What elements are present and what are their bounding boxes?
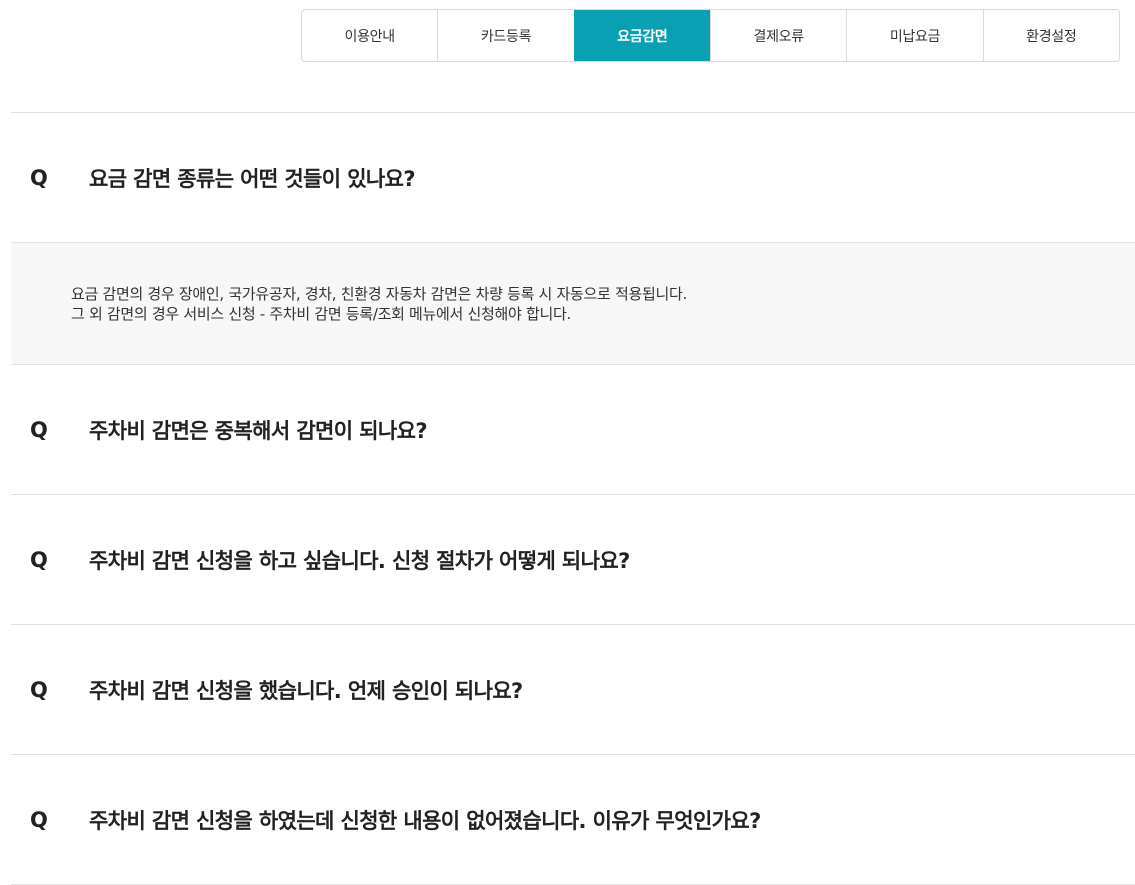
tab-card-registration[interactable]: 카드등록 [437,10,573,61]
faq-question-text: 주차비 감면 신청을 했습니다. 언제 승인이 되나요? [89,678,523,703]
faq-list: Q 요금 감면 종류는 어떤 것들이 있나요? 요금 감면의 경우 장애인, 국… [11,112,1135,885]
tab-fee-reduction[interactable]: 요금감면 [573,10,710,61]
faq-item: Q 주차비 감면 신청을 하고 싶습니다. 신청 절차가 어떻게 되나요? [11,495,1135,625]
q-marker: Q [30,677,48,702]
faq-question-toggle[interactable]: Q 주차비 감면 신청을 하고 싶습니다. 신청 절차가 어떻게 되나요? [11,495,1135,624]
tab-usage-guide[interactable]: 이용안내 [302,10,437,61]
q-marker: Q [30,417,48,442]
faq-question-toggle[interactable]: Q 주차비 감면 신청을 했습니다. 언제 승인이 되나요? [11,625,1135,754]
faq-question-toggle[interactable]: Q 주차비 감면은 중복해서 감면이 되나요? [11,365,1135,494]
tab-settings[interactable]: 환경설정 [982,10,1119,61]
q-marker: Q [30,165,48,190]
tab-unpaid-fees[interactable]: 미납요금 [846,10,982,61]
category-tabs: 이용안내 카드등록 요금감면 결제오류 미납요금 환경설정 [301,9,1120,62]
faq-question-toggle[interactable]: Q 요금 감면 종류는 어떤 것들이 있나요? [11,113,1135,242]
faq-answer-line: 요금 감면의 경우 장애인, 국가유공자, 경차, 친환경 자동차 감면은 차량… [71,284,687,303]
tab-payment-error[interactable]: 결제오류 [709,10,846,61]
faq-item: Q 주차비 감면은 중복해서 감면이 되나요? [11,365,1135,495]
faq-answer: 요금 감면의 경우 장애인, 국가유공자, 경차, 친환경 자동차 감면은 차량… [11,242,1135,364]
faq-question-text: 주차비 감면 신청을 하였는데 신청한 내용이 없어졌습니다. 이유가 무엇인가… [89,808,761,833]
faq-question-toggle[interactable]: Q 주차비 감면 신청을 하였는데 신청한 내용이 없어졌습니다. 이유가 무엇… [11,755,1135,884]
q-marker: Q [30,807,48,832]
faq-question-text: 주차비 감면 신청을 하고 싶습니다. 신청 절차가 어떻게 되나요? [89,548,630,573]
faq-item: Q 요금 감면 종류는 어떤 것들이 있나요? 요금 감면의 경우 장애인, 국… [11,113,1135,365]
faq-item: Q 주차비 감면 신청을 하였는데 신청한 내용이 없어졌습니다. 이유가 무엇… [11,755,1135,885]
faq-answer-line: 그 외 감면의 경우 서비스 신청 - 주차비 감면 등록/조회 메뉴에서 신청… [71,304,571,323]
q-marker: Q [30,547,48,572]
faq-question-text: 요금 감면 종류는 어떤 것들이 있나요? [89,166,416,191]
faq-question-text: 주차비 감면은 중복해서 감면이 되나요? [89,418,428,443]
faq-item: Q 주차비 감면 신청을 했습니다. 언제 승인이 되나요? [11,625,1135,755]
